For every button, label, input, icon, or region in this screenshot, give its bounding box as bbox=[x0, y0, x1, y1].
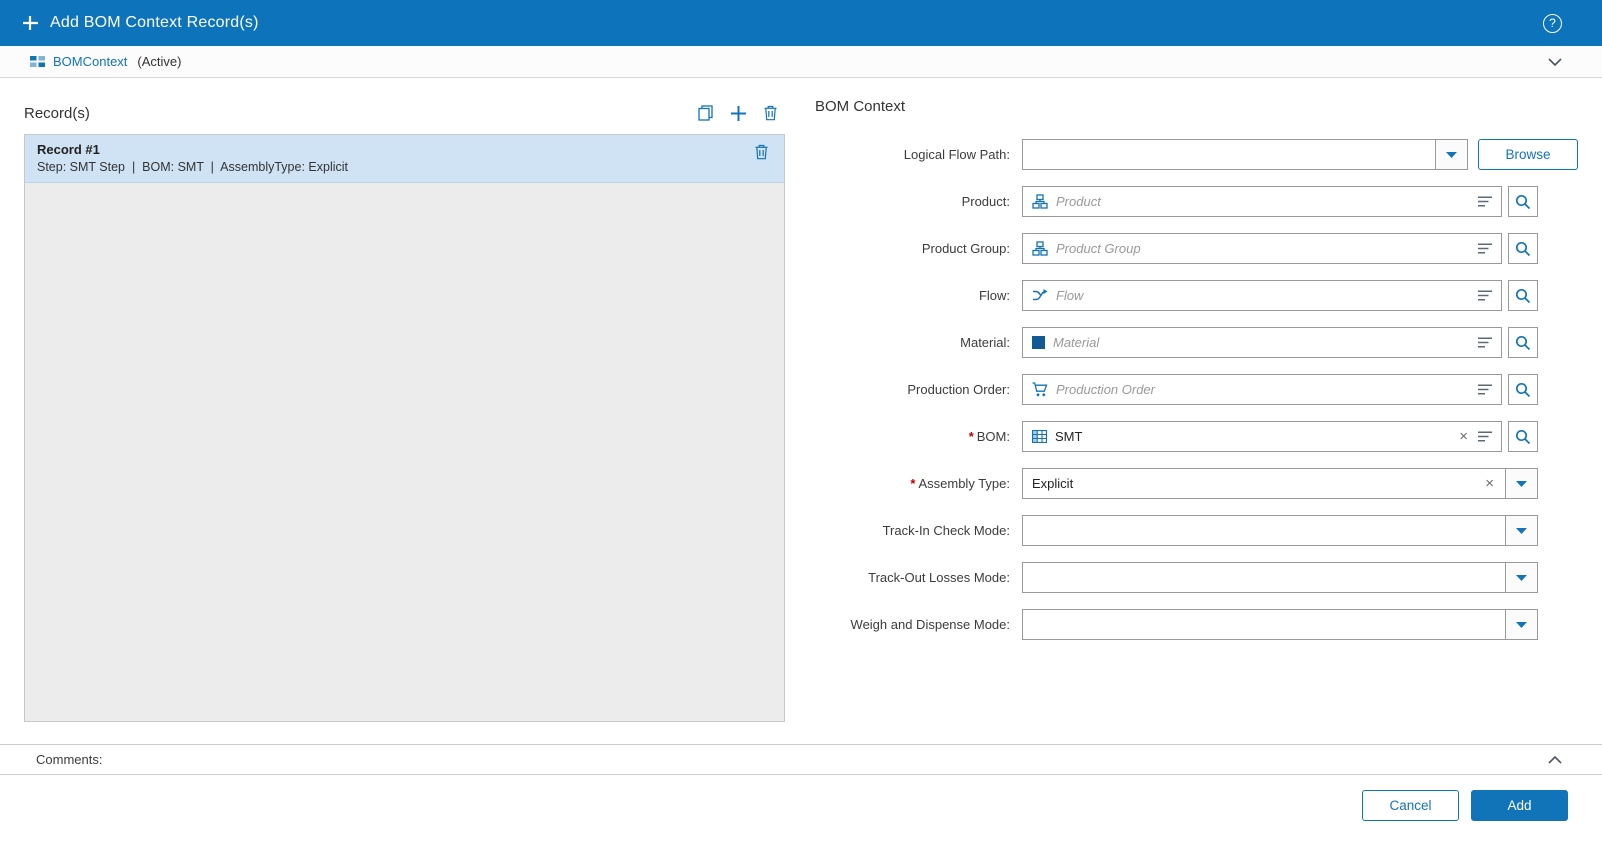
assembly-type-select[interactable]: Explicit × bbox=[1022, 468, 1538, 499]
material-input[interactable]: Material bbox=[1022, 327, 1502, 358]
cancel-button[interactable]: Cancel bbox=[1362, 790, 1459, 821]
footer-actions: Cancel Add bbox=[0, 775, 1602, 821]
field-label: Track-In Check Mode: bbox=[815, 523, 1010, 538]
entity-icon bbox=[30, 55, 45, 68]
record-list: Record #1 Step: SMT Step | BOM: SMT | As… bbox=[24, 134, 785, 722]
production-order-input[interactable]: Production Order bbox=[1022, 374, 1502, 405]
filter-icon[interactable] bbox=[1478, 384, 1492, 395]
placeholder-text: Flow bbox=[1056, 288, 1478, 303]
records-panel: Record(s) Reco bbox=[24, 78, 785, 744]
clear-icon[interactable]: × bbox=[1485, 476, 1494, 491]
field-label: Production Order: bbox=[815, 382, 1010, 397]
field-label: Material: bbox=[815, 335, 1010, 350]
product-group-input[interactable]: Product Group bbox=[1022, 233, 1502, 264]
record-subtitle: Step: SMT Step | BOM: SMT | AssemblyType… bbox=[37, 160, 348, 174]
record-row-selected[interactable]: Record #1 Step: SMT Step | BOM: SMT | As… bbox=[25, 135, 784, 183]
entity-link[interactable]: BOMContext bbox=[53, 54, 127, 69]
delete-record-icon[interactable] bbox=[764, 105, 777, 121]
product-group-icon bbox=[1032, 241, 1048, 256]
flow-input[interactable]: Flow bbox=[1022, 280, 1502, 311]
field-label: *BOM: bbox=[815, 429, 1010, 444]
bom-context-form: BOM Context Logical Flow Path: Browse Pr… bbox=[815, 78, 1578, 744]
add-record-icon[interactable] bbox=[730, 105, 747, 122]
required-asterisk: * bbox=[969, 429, 974, 444]
field-label: Flow: bbox=[815, 288, 1010, 303]
field-row-product-group: Product Group: Product Group bbox=[815, 233, 1578, 264]
clear-icon[interactable]: × bbox=[1459, 429, 1468, 444]
field-label: Logical Flow Path: bbox=[815, 147, 1010, 162]
assembly-type-value: Explicit bbox=[1032, 476, 1485, 491]
product-search-button[interactable] bbox=[1508, 186, 1538, 217]
logical-flow-path-input[interactable] bbox=[1022, 139, 1468, 170]
field-row-product: Product: Product bbox=[815, 186, 1578, 217]
flow-search-button[interactable] bbox=[1508, 280, 1538, 311]
track-in-check-mode-select[interactable] bbox=[1022, 515, 1538, 546]
field-label: *Assembly Type: bbox=[815, 476, 1010, 491]
add-button[interactable]: Add bbox=[1471, 790, 1568, 821]
field-label: Product: bbox=[815, 194, 1010, 209]
form-title: BOM Context bbox=[815, 98, 1578, 115]
material-search-button[interactable] bbox=[1508, 327, 1538, 358]
entity-status: (Active) bbox=[137, 54, 181, 69]
page-title: Add BOM Context Record(s) bbox=[50, 14, 259, 32]
browse-button[interactable]: Browse bbox=[1478, 139, 1578, 170]
filter-icon[interactable] bbox=[1478, 290, 1492, 301]
placeholder-text: Material bbox=[1053, 335, 1478, 350]
dropdown-arrow-icon[interactable] bbox=[1505, 516, 1537, 545]
field-row-weigh-and-dispense-mode: Weigh and Dispense Mode: bbox=[815, 609, 1578, 640]
field-row-assembly-type: *Assembly Type: Explicit × bbox=[815, 468, 1578, 499]
required-asterisk: * bbox=[910, 476, 915, 491]
comments-label: Comments: bbox=[36, 752, 102, 767]
record-title: Record #1 bbox=[37, 142, 348, 157]
bom-table-icon bbox=[1032, 430, 1047, 443]
product-icon bbox=[1032, 194, 1048, 209]
material-icon bbox=[1032, 336, 1045, 349]
product-group-search-button[interactable] bbox=[1508, 233, 1538, 264]
comments-section: Comments: bbox=[0, 744, 1602, 775]
filter-icon[interactable] bbox=[1478, 243, 1492, 254]
placeholder-text: Production Order bbox=[1056, 382, 1478, 397]
add-plus-icon bbox=[22, 15, 38, 31]
placeholder-text: Product bbox=[1056, 194, 1478, 209]
placeholder-text: Product Group bbox=[1056, 241, 1478, 256]
field-row-production-order: Production Order: Production Order bbox=[815, 374, 1578, 405]
flow-icon bbox=[1032, 289, 1048, 302]
comments-collapse-chevron-up-icon[interactable] bbox=[1548, 756, 1562, 764]
field-row-bom: *BOM: SMT × bbox=[815, 421, 1578, 452]
dropdown-arrow-icon[interactable] bbox=[1505, 563, 1537, 592]
field-row-track-out-losses-mode: Track-Out Losses Mode: bbox=[815, 562, 1578, 593]
entity-bar: BOMContext (Active) bbox=[0, 46, 1602, 78]
title-bar: Add BOM Context Record(s) ? bbox=[0, 0, 1602, 46]
main-content: Record(s) Reco bbox=[0, 78, 1602, 744]
filter-icon[interactable] bbox=[1478, 337, 1492, 348]
collapse-chevron-down-icon[interactable] bbox=[1548, 58, 1562, 66]
field-label: Product Group: bbox=[815, 241, 1010, 256]
production-order-cart-icon bbox=[1032, 382, 1048, 397]
field-label: Weigh and Dispense Mode: bbox=[815, 617, 1010, 632]
help-icon[interactable]: ? bbox=[1543, 14, 1562, 33]
filter-icon[interactable] bbox=[1478, 196, 1492, 207]
product-input[interactable]: Product bbox=[1022, 186, 1502, 217]
production-order-search-button[interactable] bbox=[1508, 374, 1538, 405]
field-row-material: Material: Material bbox=[815, 327, 1578, 358]
field-label: Track-Out Losses Mode: bbox=[815, 570, 1010, 585]
filter-icon[interactable] bbox=[1478, 431, 1492, 442]
records-title: Record(s) bbox=[24, 105, 90, 122]
track-out-losses-mode-select[interactable] bbox=[1022, 562, 1538, 593]
field-row-logical-flow-path: Logical Flow Path: Browse bbox=[815, 139, 1578, 170]
weigh-and-dispense-mode-select[interactable] bbox=[1022, 609, 1538, 640]
dropdown-arrow-icon[interactable] bbox=[1435, 140, 1467, 169]
dropdown-arrow-icon[interactable] bbox=[1505, 610, 1537, 639]
record-trash-icon[interactable] bbox=[755, 144, 768, 165]
dropdown-arrow-icon[interactable] bbox=[1505, 469, 1537, 498]
bom-input[interactable]: SMT × bbox=[1022, 421, 1502, 452]
field-row-flow: Flow: Flow bbox=[815, 280, 1578, 311]
bom-value: SMT bbox=[1055, 429, 1459, 444]
field-row-track-in-check-mode: Track-In Check Mode: bbox=[815, 515, 1578, 546]
bom-search-button[interactable] bbox=[1508, 421, 1538, 452]
duplicate-record-icon[interactable] bbox=[698, 105, 713, 121]
